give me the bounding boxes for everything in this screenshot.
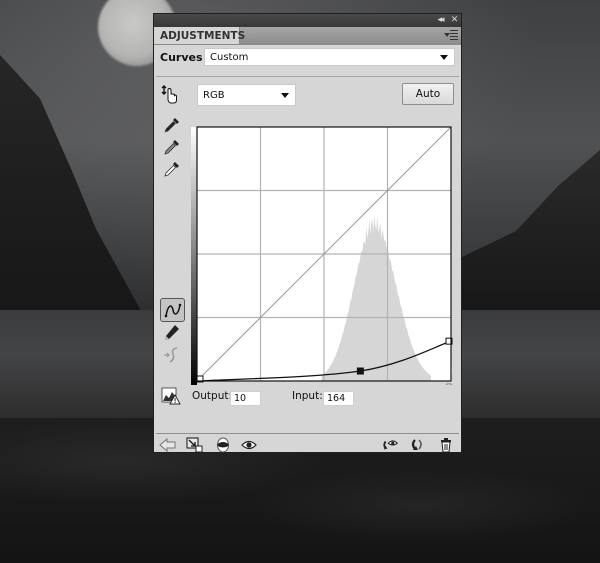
input-label: Input:: [292, 390, 323, 402]
preset-dropdown[interactable]: Custom: [204, 48, 455, 66]
panel-tabbar: ADJUSTMENTS: [154, 27, 461, 45]
tab-adjustments[interactable]: ADJUSTMENTS: [154, 27, 245, 44]
auto-button[interactable]: Auto: [402, 83, 454, 105]
black-point-eyedropper-icon: [164, 118, 179, 133]
smooth-curve-tool[interactable]: [162, 345, 182, 365]
on-image-adjust-tool[interactable]: [160, 84, 180, 104]
curves-graph-svg[interactable]: [191, 113, 453, 385]
view-previous-state-icon: [383, 440, 399, 450]
draw-pencil-icon: [165, 325, 179, 340]
output-field[interactable]: 10: [230, 391, 261, 406]
panel-titlebar[interactable]: ◂◂ ✕: [154, 14, 461, 27]
panel-menu-icon[interactable]: [444, 30, 458, 41]
reset-icon: [411, 439, 422, 450]
white-point-eyedropper-icon: [164, 162, 179, 177]
eye-icon: [241, 440, 257, 450]
draw-pencil-tool[interactable]: [162, 323, 182, 343]
channel-value: RGB: [203, 90, 225, 101]
smooth-curve-icon: [164, 347, 178, 363]
edit-points-curve-icon: [164, 303, 181, 318]
delete-button[interactable]: [437, 436, 455, 454]
gray-point-eyedropper[interactable]: [162, 137, 182, 157]
adjustment-type-label: Curves: [160, 51, 203, 64]
reset-button[interactable]: [408, 436, 426, 454]
chevron-down-icon: [281, 93, 289, 98]
preset-row: Curves Custom: [154, 45, 461, 75]
clip-to-layer-icon: [186, 437, 203, 453]
output-gradient-bar: [191, 127, 197, 385]
clip-to-layer-button[interactable]: [186, 436, 204, 454]
layer-visibility-mask-button[interactable]: [214, 436, 232, 454]
adjustments-panel: ◂◂ ✕ ADJUSTMENTS Curves Custom RGB Auto: [153, 13, 462, 453]
chevron-down-icon: [440, 55, 448, 60]
divider: [156, 76, 459, 77]
input-field[interactable]: 164: [323, 391, 354, 406]
output-label: Output:: [192, 390, 233, 402]
clipping-warning-tool[interactable]: [161, 386, 181, 406]
eye-button[interactable]: [240, 436, 258, 454]
white-point-slider[interactable]: [445, 383, 453, 385]
collapse-panel-button[interactable]: ◂◂: [434, 14, 446, 27]
back-button[interactable]: [159, 436, 177, 454]
preset-value: Custom: [210, 52, 249, 63]
edit-points-curve-tool[interactable]: [160, 298, 185, 322]
delete-trash-icon: [441, 438, 451, 453]
layer-visibility-mask-icon: [217, 437, 229, 453]
curves-graph[interactable]: [191, 113, 453, 385]
white-point-eyedropper[interactable]: [162, 159, 182, 179]
bottom-divider: [156, 433, 459, 434]
gray-point-eyedropper-icon: [164, 140, 179, 155]
curve-point-selected[interactable]: [356, 367, 364, 375]
back-arrow-icon: [159, 438, 176, 452]
channel-dropdown[interactable]: RGB: [197, 84, 296, 106]
menu-lines-icon: [450, 30, 458, 40]
black-point-eyedropper[interactable]: [162, 115, 182, 135]
close-panel-button[interactable]: ✕: [449, 14, 460, 27]
clipping-warning-icon: [161, 387, 181, 405]
view-previous-state-button[interactable]: [382, 436, 400, 454]
on-image-adjust-icon: [161, 85, 177, 104]
